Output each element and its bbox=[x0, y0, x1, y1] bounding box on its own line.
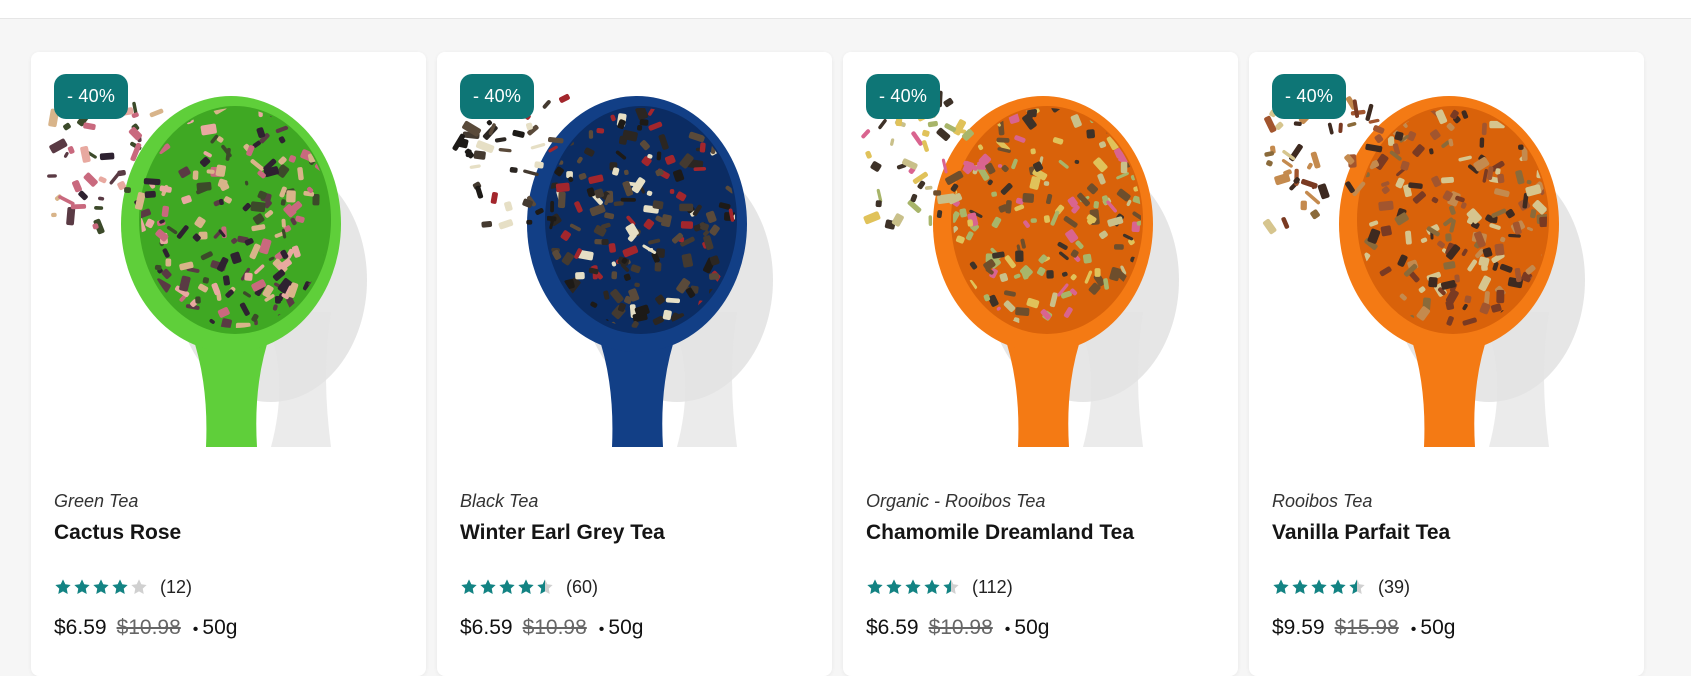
star-rating bbox=[866, 578, 960, 596]
star-filled-icon bbox=[867, 579, 883, 594]
price-line: $9.59 $15.98 • 50g bbox=[1272, 616, 1455, 640]
product-weight: 50g bbox=[608, 616, 644, 639]
product-card[interactable]: - 40% Green Tea Cactus Rose (12) $6.59 $1… bbox=[31, 52, 426, 676]
product-title[interactable]: Cactus Rose bbox=[54, 521, 181, 545]
discount-badge: - 40% bbox=[1272, 74, 1347, 119]
star-filled-icon bbox=[55, 579, 71, 594]
product-category: Black Tea bbox=[460, 491, 539, 511]
star-rating bbox=[1272, 578, 1366, 596]
star-filled-icon bbox=[74, 579, 90, 594]
product-weight: 50g bbox=[1014, 616, 1050, 639]
original-price: $15.98 bbox=[1334, 616, 1399, 639]
star-filled-icon bbox=[461, 579, 477, 594]
product-rating: (112) bbox=[866, 575, 1013, 599]
product-card[interactable]: - 40% Rooibos Tea Vanilla Parfait Tea (3… bbox=[1249, 52, 1644, 676]
original-price: $10.98 bbox=[522, 616, 587, 639]
star-rating bbox=[460, 578, 554, 596]
original-price: $10.98 bbox=[928, 616, 993, 639]
price-line: $6.59 $10.98 • 50g bbox=[866, 616, 1049, 640]
product-category: Organic - Rooibos Tea bbox=[866, 491, 1046, 511]
star-half-icon bbox=[537, 579, 553, 594]
product-card[interactable]: - 40% Organic - Rooibos Tea Chamomile Dr… bbox=[843, 52, 1238, 676]
sale-price: $6.59 bbox=[54, 616, 107, 639]
star-half-icon bbox=[943, 579, 959, 594]
star-filled-icon bbox=[518, 579, 534, 594]
separator-dot: • bbox=[1410, 621, 1417, 638]
star-filled-icon bbox=[905, 579, 921, 594]
sale-price: $6.59 bbox=[460, 616, 513, 639]
product-weight: 50g bbox=[202, 616, 238, 639]
product-weight: 50g bbox=[1420, 616, 1456, 639]
star-filled-icon bbox=[1330, 579, 1346, 594]
separator-dot: • bbox=[192, 621, 199, 638]
separator-dot: • bbox=[598, 621, 605, 638]
original-price: $10.98 bbox=[116, 616, 181, 639]
discount-badge: - 40% bbox=[460, 74, 535, 119]
discount-badge: - 40% bbox=[866, 74, 941, 119]
product-category: Green Tea bbox=[54, 491, 139, 511]
star-filled-icon bbox=[1311, 579, 1327, 594]
review-count[interactable]: (12) bbox=[160, 577, 192, 598]
review-count[interactable]: (60) bbox=[566, 577, 598, 598]
star-filled-icon bbox=[93, 579, 109, 594]
price-line: $6.59 $10.98 • 50g bbox=[54, 616, 237, 640]
star-rating bbox=[54, 578, 148, 596]
star-filled-icon bbox=[499, 579, 515, 594]
star-filled-icon bbox=[924, 579, 940, 594]
review-count[interactable]: (112) bbox=[972, 577, 1013, 598]
product-title[interactable]: Vanilla Parfait Tea bbox=[1272, 521, 1450, 545]
product-rating: (60) bbox=[460, 575, 598, 599]
star-filled-icon bbox=[1273, 579, 1289, 594]
sale-price: $9.59 bbox=[1272, 616, 1325, 639]
star-half-icon bbox=[1349, 579, 1365, 594]
discount-badge: - 40% bbox=[54, 74, 129, 119]
sale-price: $6.59 bbox=[866, 616, 919, 639]
star-filled-icon bbox=[1292, 579, 1308, 594]
star-filled-icon bbox=[886, 579, 902, 594]
product-rating: (12) bbox=[54, 575, 192, 599]
star-filled-icon bbox=[112, 579, 128, 594]
product-rating: (39) bbox=[1272, 575, 1410, 599]
product-card[interactable]: - 40% Black Tea Winter Earl Grey Tea (60… bbox=[437, 52, 832, 676]
review-count[interactable]: (39) bbox=[1378, 577, 1410, 598]
top-bar bbox=[0, 0, 1691, 19]
price-line: $6.59 $10.98 • 50g bbox=[460, 616, 643, 640]
star-filled-icon bbox=[480, 579, 496, 594]
product-title[interactable]: Winter Earl Grey Tea bbox=[460, 521, 665, 545]
star-empty-icon bbox=[131, 579, 147, 594]
separator-dot: • bbox=[1004, 621, 1011, 638]
product-category: Rooibos Tea bbox=[1272, 491, 1373, 511]
product-title[interactable]: Chamomile Dreamland Tea bbox=[866, 521, 1134, 545]
